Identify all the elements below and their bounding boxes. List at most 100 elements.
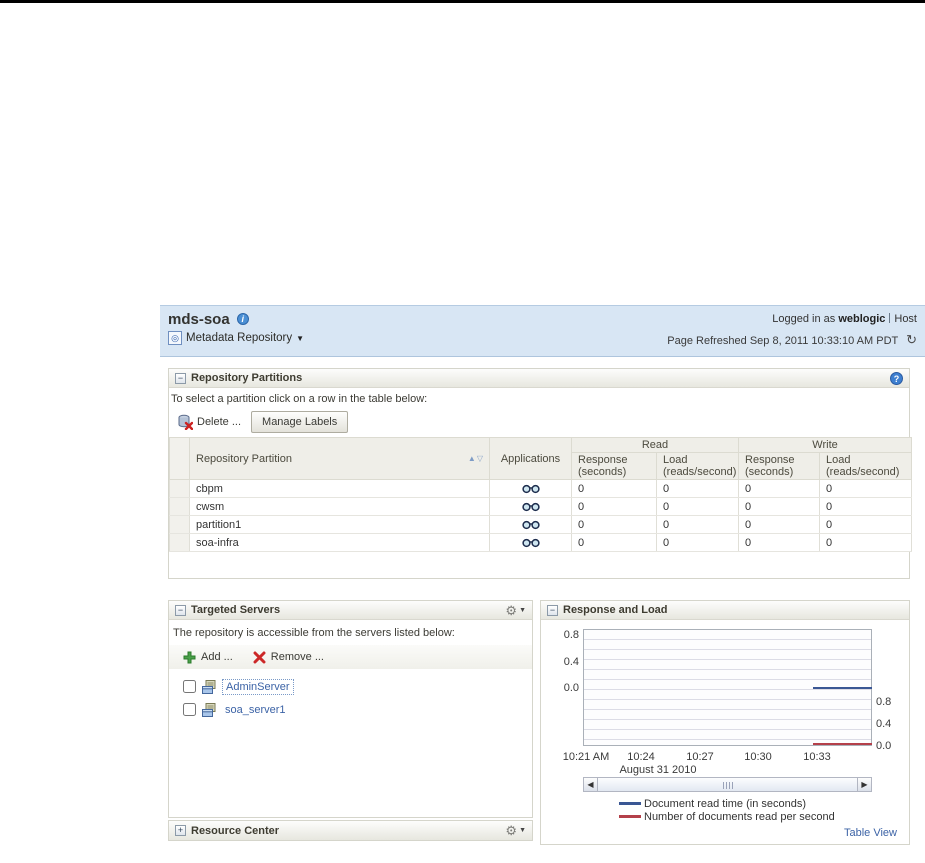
- left-axis-tick: 0.0: [563, 682, 579, 694]
- response-and-load-title: Response and Load: [563, 604, 668, 616]
- table-row[interactable]: partition1 0 0 0 0: [169, 515, 913, 534]
- table-view-link[interactable]: Table View: [844, 827, 897, 839]
- collapse-icon[interactable]: −: [175, 372, 186, 384]
- server-checkbox[interactable]: [183, 680, 196, 693]
- metadata-repository-menu-label: Metadata Repository: [186, 332, 293, 344]
- time-range-scrollbar[interactable]: ◀ ▶: [583, 777, 872, 792]
- delete-button[interactable]: Delete ...: [173, 412, 245, 432]
- x-axis-tick: 10:33: [803, 751, 831, 763]
- sort-ascending-icon[interactable]: ▲: [468, 454, 476, 463]
- metadata-repository-menu[interactable]: ◎ Metadata Repository ▼: [168, 331, 304, 345]
- column-header-applications: Applications: [489, 437, 572, 480]
- login-status: Logged in as weblogic Host: [667, 313, 917, 325]
- targeted-servers-panel: − Targeted Servers ⚙ ▼ The repository is…: [168, 600, 533, 818]
- chevron-down-icon: ▼: [296, 333, 305, 343]
- collapse-icon[interactable]: −: [175, 604, 186, 616]
- server-link-adminserver[interactable]: AdminServer: [222, 678, 294, 695]
- page-refreshed-text: Page Refreshed Sep 8, 2011 10:33:10 AM P…: [667, 335, 899, 347]
- info-icon[interactable]: i: [236, 313, 249, 325]
- left-axis-tick: 0.4: [563, 656, 579, 668]
- scrollbar-thumb[interactable]: [598, 778, 857, 791]
- x-axis-tick: 10:27: [686, 751, 714, 763]
- list-item: AdminServer: [183, 675, 532, 698]
- x-axis-tick: 10:24: [627, 751, 655, 763]
- write-response-value: 0: [738, 497, 821, 516]
- column-header-read-load: Load (reads/second): [655, 452, 740, 480]
- server-checkbox[interactable]: [183, 703, 196, 716]
- write-response-value: 0: [738, 515, 821, 534]
- repository-partition-header-label: Repository Partition: [196, 452, 292, 465]
- page-top-rule: [0, 0, 925, 3]
- add-server-label: Add ...: [201, 651, 233, 663]
- write-load-value: 0: [819, 515, 913, 534]
- x-axis-tick: 10:30: [744, 751, 772, 763]
- scroll-right-icon[interactable]: ▶: [857, 778, 871, 791]
- row-selector[interactable]: [169, 533, 190, 552]
- manage-labels-button[interactable]: Manage Labels: [251, 411, 349, 433]
- right-axis-tick: 0.4: [876, 718, 892, 730]
- read-response-value: 0: [571, 479, 657, 498]
- row-selector[interactable]: [169, 497, 190, 516]
- targeted-servers-toolbar: Add ... Remove ...: [169, 645, 532, 669]
- response-and-load-header: − Response and Load: [541, 601, 909, 620]
- expand-icon[interactable]: +: [175, 825, 186, 836]
- scroll-left-icon[interactable]: ◀: [584, 778, 598, 791]
- view-applications-icon[interactable]: [521, 484, 540, 494]
- table-row[interactable]: cbpm 0 0 0 0: [169, 479, 913, 498]
- partitions-instruction: To select a partition click on a row in …: [171, 393, 428, 405]
- table-row[interactable]: cwsm 0 0 0 0: [169, 497, 913, 516]
- page-refreshed-status: Page Refreshed Sep 8, 2011 10:33:10 AM P…: [667, 332, 917, 348]
- resource-center-header: + Resource Center ⚙ ▼: [169, 821, 532, 840]
- panel-menu-button[interactable]: ⚙ ▼: [505, 824, 526, 837]
- left-axis-tick: 0.8: [563, 629, 579, 641]
- panel-menu-button[interactable]: ⚙ ▼: [505, 604, 526, 617]
- table-row[interactable]: soa-infra 0 0 0 0: [169, 533, 913, 552]
- table-group-header-row: Repository Partition ▲ ▽ Applications Re…: [169, 437, 913, 480]
- right-axis-tick: 0.0: [876, 740, 892, 752]
- add-icon: [183, 651, 196, 663]
- list-item: soa_server1: [183, 698, 532, 721]
- sort-icons[interactable]: ▲ ▽: [468, 454, 483, 463]
- scrollbar-grip: [722, 782, 734, 789]
- response-and-load-panel: − Response and Load 0.8 0.4 0.0 0.8 0.4 …: [540, 600, 910, 845]
- legend-swatch-blue: [619, 802, 641, 805]
- server-link-soa-server1[interactable]: soa_server1: [222, 703, 289, 717]
- screen: mds-soa i ◎ Metadata Repository ▼ Logged…: [0, 0, 925, 863]
- view-applications-icon[interactable]: [521, 538, 540, 548]
- target-header-right: Logged in as weblogic Host Page Refreshed…: [667, 313, 917, 348]
- partition-name: cwsm: [189, 497, 490, 516]
- read-response-value: 0: [571, 515, 657, 534]
- server-list: AdminServer soa_server1: [169, 669, 532, 721]
- resource-center-panel: + Resource Center ⚙ ▼: [168, 820, 533, 841]
- host-label: Host: [894, 313, 917, 325]
- chevron-down-icon: ▼: [519, 827, 526, 834]
- read-response-value: 0: [571, 497, 657, 516]
- targeted-servers-instruction: The repository is accessible from the se…: [173, 627, 455, 639]
- column-group-write: Write: [738, 437, 913, 453]
- write-response-value: 0: [738, 479, 821, 498]
- write-load-value: 0: [819, 533, 913, 552]
- partition-name: soa-infra: [189, 533, 490, 552]
- resource-center-title: Resource Center: [191, 824, 280, 837]
- collapse-icon[interactable]: −: [547, 604, 558, 616]
- gear-icon: ⚙: [505, 823, 518, 838]
- column-header-write-load: Load (reads/second): [819, 452, 913, 480]
- server-icon: [202, 702, 216, 717]
- refresh-icon[interactable]: ↻: [906, 332, 917, 348]
- column-group-read: Read: [570, 437, 740, 453]
- series-document-read-time: [813, 687, 872, 689]
- column-header-read-response: Response (seconds): [571, 452, 657, 480]
- legend-item: Document read time (in seconds): [619, 797, 835, 810]
- view-applications-icon[interactable]: [521, 520, 540, 530]
- help-icon[interactable]: ?: [890, 371, 903, 385]
- view-applications-icon[interactable]: [521, 502, 540, 512]
- sort-descending-icon[interactable]: ▽: [477, 454, 483, 463]
- server-icon: [202, 679, 216, 694]
- row-selector[interactable]: [169, 479, 190, 498]
- remove-server-button[interactable]: Remove ...: [253, 651, 324, 664]
- row-selector[interactable]: [169, 515, 190, 534]
- row-selector-header: [169, 437, 190, 480]
- target-header: mds-soa i ◎ Metadata Repository ▼ Logged…: [160, 305, 925, 357]
- chart-plot-area: [583, 629, 872, 746]
- add-server-button[interactable]: Add ...: [183, 651, 233, 664]
